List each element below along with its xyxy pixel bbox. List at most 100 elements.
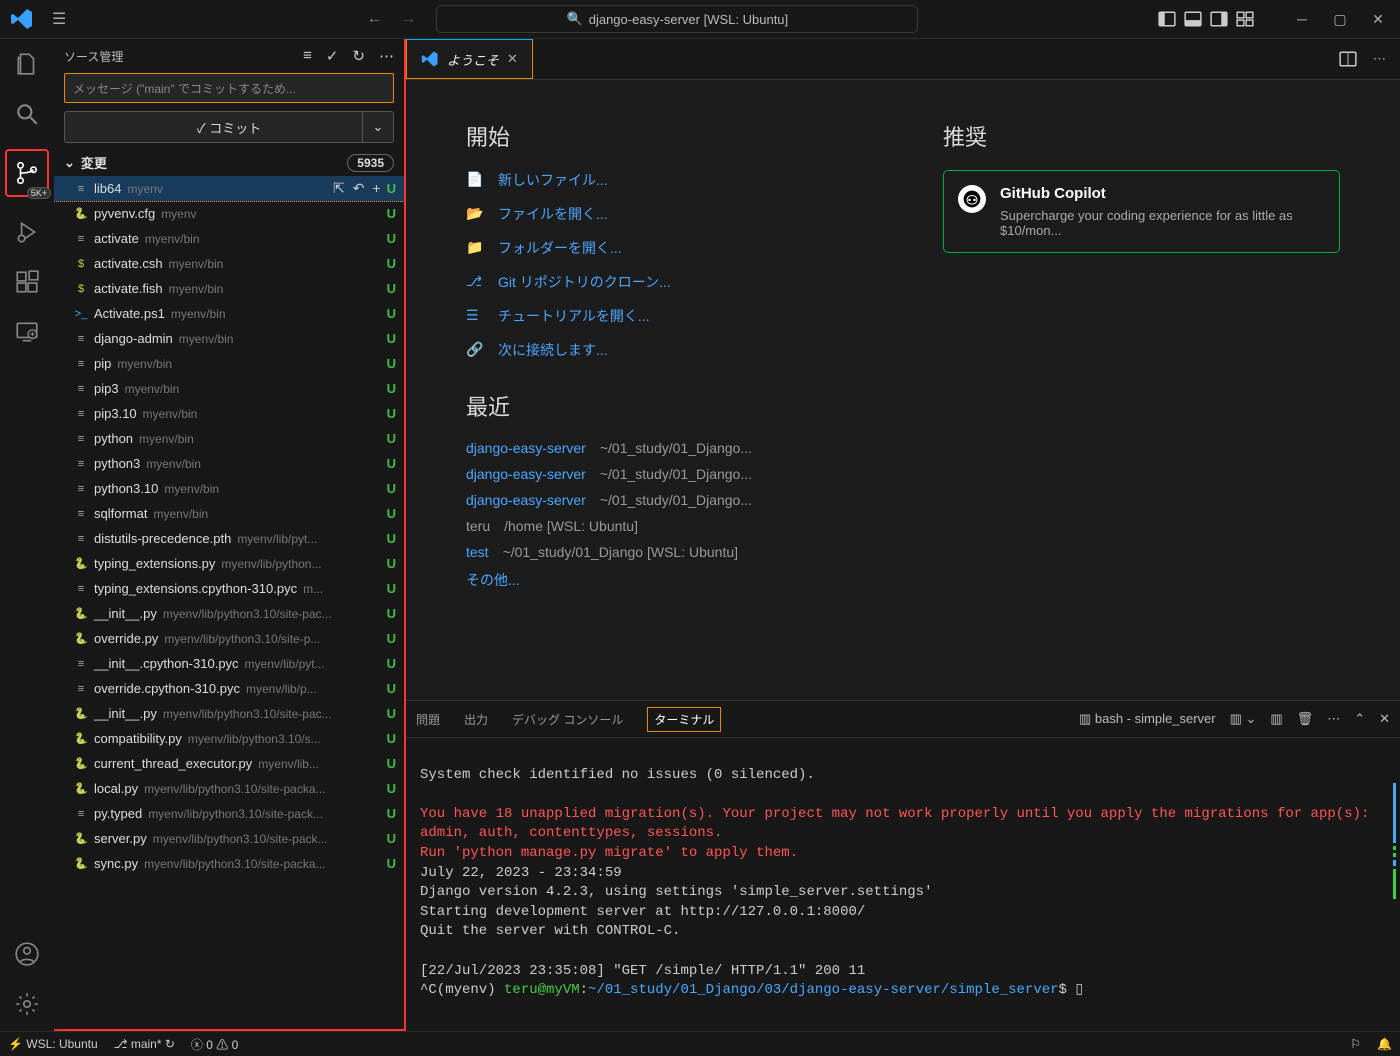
file-path: myenv/lib/python3.10/site-pac... [163,707,381,721]
split-editor-icon[interactable] [1339,50,1357,68]
change-item[interactable]: 🐍 current_thread_executor.py myenv/lib..… [54,751,404,776]
panel-tab-debug[interactable]: デバッグ コンソール [512,711,623,728]
settings-icon[interactable] [12,989,42,1019]
search-icon[interactable] [12,99,42,129]
view-tree-icon[interactable]: ≡ [303,47,312,65]
new-terminal-icon[interactable]: ▥ ⌄ [1230,711,1257,727]
more-icon[interactable]: ⋯ [379,47,394,65]
commit-button[interactable]: ✓ コミット ⌄ [64,111,394,143]
remote-explorer-icon[interactable] [12,317,42,347]
commit-message-input[interactable]: メッセージ ("main" でコミットするため... [64,73,394,103]
close-panel-icon[interactable]: ✕ [1379,711,1390,727]
recent-item[interactable]: django-easy-server~/01_study/01_Django..… [466,492,863,508]
change-item[interactable]: 🐍 override.py myenv/lib/python3.10/site-… [54,626,404,651]
change-item[interactable]: $ activate.csh myenv/bin ⇱↶+ U [54,251,404,276]
layout-customize-icon[interactable] [1236,10,1254,28]
extensions-icon[interactable] [12,267,42,297]
kill-terminal-icon[interactable]: 🗑 [1297,711,1314,727]
change-item[interactable]: ≡ python3.10 myenv/bin ⇱↶+ U [54,476,404,501]
change-item[interactable]: 🐍 sync.py myenv/lib/python3.10/site-pack… [54,851,404,876]
change-item[interactable]: ≡ django-admin myenv/bin ⇱↶+ U [54,326,404,351]
change-item[interactable]: 🐍 pyvenv.cfg myenv ⇱↶+ U [54,201,404,226]
command-center[interactable]: 🔍 django-easy-server [WSL: Ubuntu] [436,5,918,33]
change-item[interactable]: ≡ sqlformat myenv/bin ⇱↶+ U [54,501,404,526]
stage-icon[interactable]: + [372,180,380,197]
remote-indicator[interactable]: ⚡ WSL: Ubuntu [8,1037,98,1051]
explorer-icon[interactable] [12,49,42,79]
change-item[interactable]: 🐍 compatibility.py myenv/lib/python3.10/… [54,726,404,751]
file-icon: 🐍 [72,632,90,645]
recent-item[interactable]: test~/01_study/01_Django [WSL: Ubuntu] [466,544,863,560]
commit-check-icon[interactable]: ✓ [326,47,339,65]
change-item[interactable]: ≡ py.typed myenv/lib/python3.10/site-pac… [54,801,404,826]
change-item[interactable]: 🐍 server.py myenv/lib/python3.10/site-pa… [54,826,404,851]
change-item[interactable]: ≡ __init__.cpython-310.pyc myenv/lib/pyt… [54,651,404,676]
file-path: myenv/lib/pyt... [237,532,380,546]
start-link[interactable]: 🔗次に接続します... [466,340,863,360]
change-item[interactable]: ≡ typing_extensions.cpython-310.pyc m...… [54,576,404,601]
change-item[interactable]: ≡ pip myenv/bin ⇱↶+ U [54,351,404,376]
panel-tab-output[interactable]: 出力 [464,711,488,728]
change-item[interactable]: 🐍 local.py myenv/lib/python3.10/site-pac… [54,776,404,801]
start-link[interactable]: 📄新しいファイル... [466,170,863,190]
changes-section[interactable]: ⌄ 変更 5935 [54,149,404,176]
start-link[interactable]: ⎇Git リポジトリのクローン... [466,272,863,292]
change-item[interactable]: ≡ python3 myenv/bin ⇱↶+ U [54,451,404,476]
start-link[interactable]: ☰チュートリアルを開く... [466,306,863,326]
start-link[interactable]: 📂ファイルを開く... [466,204,863,224]
change-item[interactable]: ≡ activate myenv/bin ⇱↶+ U [54,226,404,251]
panel-tab-problems[interactable]: 問題 [416,711,440,728]
sidebar-title: ソース管理 [64,48,123,65]
file-path: myenv/bin [169,282,381,296]
run-debug-icon[interactable] [12,217,42,247]
change-item[interactable]: 🐍 __init__.py myenv/lib/python3.10/site-… [54,601,404,626]
recent-more[interactable]: その他... [466,572,520,588]
branch-indicator[interactable]: ⎇ main* ↻ [114,1037,175,1051]
change-item[interactable]: $ activate.fish myenv/bin ⇱↶+ U [54,276,404,301]
terminal-dropdown[interactable]: ▥ bash - simple_server [1079,711,1216,727]
editor-more-icon[interactable]: ⋯ [1373,51,1386,67]
problems-indicator[interactable]: ⓧ 0 ⚠ 0 [191,1036,238,1053]
recent-item[interactable]: django-easy-server~/01_study/01_Django..… [466,466,863,482]
copilot-card[interactable]: GitHub Copilot Supercharge your coding e… [943,170,1340,253]
change-item[interactable]: ≡ python myenv/bin ⇱↶+ U [54,426,404,451]
change-item[interactable]: ≡ lib64 myenv ⇱↶+ U [54,176,404,201]
commit-dropdown[interactable]: ⌄ [362,112,393,142]
panel-tab-terminal[interactable]: ターミナル [647,707,721,732]
layout-primary-icon[interactable] [1158,10,1176,28]
close-tab-icon[interactable]: ✕ [507,51,518,67]
file-icon: ≡ [72,583,90,595]
layout-secondary-icon[interactable] [1210,10,1228,28]
accounts-icon[interactable] [12,939,42,969]
menu-icon[interactable]: ☰ [52,9,66,29]
change-item[interactable]: ≡ distutils-precedence.pth myenv/lib/pyt… [54,526,404,551]
minimize-button[interactable]: ─ [1292,11,1312,27]
source-control-icon[interactable]: 5K+ [5,149,49,197]
tab-welcome[interactable]: ようこそ ✕ [406,39,533,79]
terminal[interactable]: System check identified no issues (0 sil… [406,738,1400,1031]
change-item[interactable]: ≡ override.cpython-310.pyc myenv/lib/p..… [54,676,404,701]
maximize-button[interactable]: ▢ [1330,11,1350,28]
change-item[interactable]: ≡ pip3.10 myenv/bin ⇱↶+ U [54,401,404,426]
layout-panel-icon[interactable] [1184,10,1202,28]
refresh-icon[interactable]: ↻ [352,47,365,65]
change-item[interactable]: 🐍 typing_extensions.py myenv/lib/python.… [54,551,404,576]
open-file-icon[interactable]: ⇱ [333,180,345,197]
bell-icon[interactable]: 🔔 [1377,1037,1392,1051]
nav-back-icon[interactable]: ← [366,10,382,28]
close-button[interactable]: ✕ [1368,11,1388,28]
file-status: U [387,531,396,546]
change-item[interactable]: >_ Activate.ps1 myenv/bin ⇱↶+ U [54,301,404,326]
recent-item[interactable]: django-easy-server~/01_study/01_Django..… [466,440,863,456]
change-item[interactable]: 🐍 __init__.py myenv/lib/python3.10/site-… [54,701,404,726]
maximize-panel-icon[interactable]: ⌃ [1354,711,1365,727]
split-terminal-icon[interactable]: ▥ [1270,711,1282,727]
change-item[interactable]: ≡ pip3 myenv/bin ⇱↶+ U [54,376,404,401]
recent-item[interactable]: teru/home [WSL: Ubuntu] [466,518,863,534]
notifications-icon[interactable]: ⚐ [1350,1037,1361,1051]
file-name: local.py [94,781,138,796]
start-link[interactable]: 📁フォルダーを開く... [466,238,863,258]
nav-forward-icon[interactable]: → [400,10,416,28]
discard-icon[interactable]: ↶ [353,180,365,197]
panel-more-icon[interactable]: ⋯ [1327,711,1340,727]
